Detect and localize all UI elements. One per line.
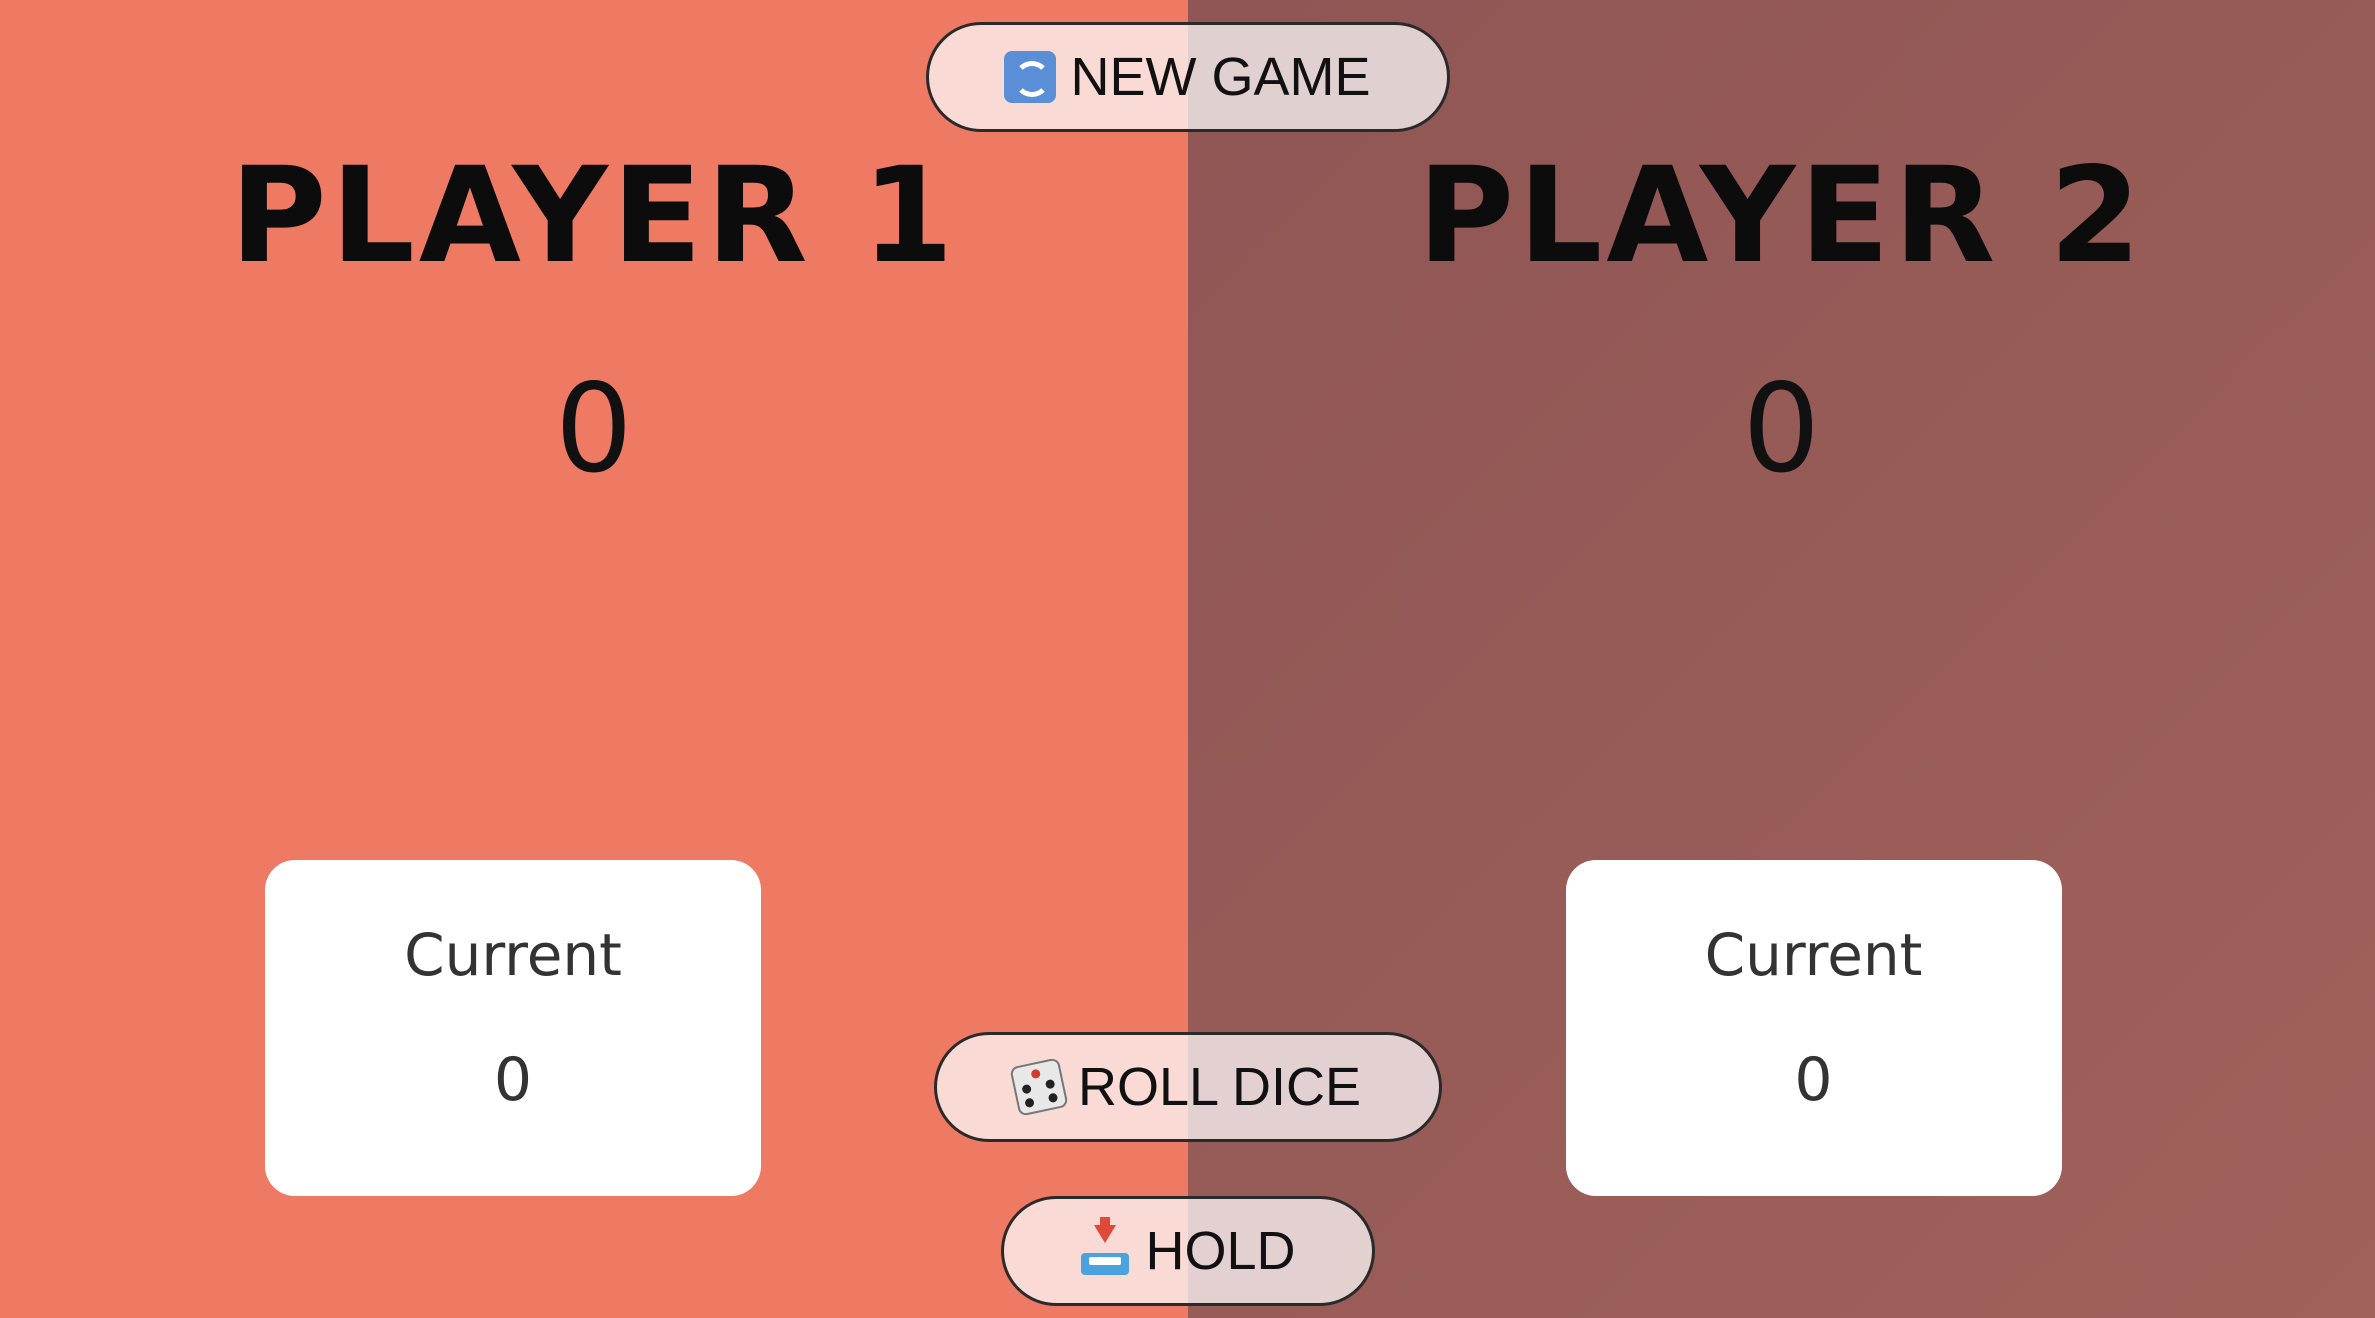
player-2-current-label: Current xyxy=(1704,921,1923,989)
player-1-current-score: 0 xyxy=(493,1045,533,1115)
roll-dice-button[interactable]: ROLL DICE xyxy=(933,1032,1442,1142)
game-board: PLAYER 1 0 Current 0 PLAYER 2 0 Current … xyxy=(0,0,2375,1318)
new-game-button[interactable]: NEW GAME xyxy=(925,22,1450,132)
player-1-current-box: Current 0 xyxy=(265,860,761,1196)
player-1-total-score: 0 xyxy=(554,358,633,500)
player-2-name: PLAYER 2 xyxy=(1417,139,2146,293)
inbox-tray-icon xyxy=(1079,1217,1131,1277)
new-game-label: NEW GAME xyxy=(1070,47,1371,107)
player-2-total-score: 0 xyxy=(1742,358,1821,500)
player-1-current-label: Current xyxy=(404,921,622,989)
refresh-icon xyxy=(1004,51,1057,103)
player-2-current-box: Current 0 xyxy=(1565,860,2062,1196)
dice-icon xyxy=(1009,1057,1069,1117)
hold-button[interactable]: HOLD xyxy=(1000,1196,1375,1306)
player-2-current-score: 0 xyxy=(1794,1045,1833,1115)
hold-label: HOLD xyxy=(1145,1221,1296,1281)
player-1-name: PLAYER 1 xyxy=(229,139,958,293)
roll-dice-label: ROLL DICE xyxy=(1077,1057,1362,1117)
